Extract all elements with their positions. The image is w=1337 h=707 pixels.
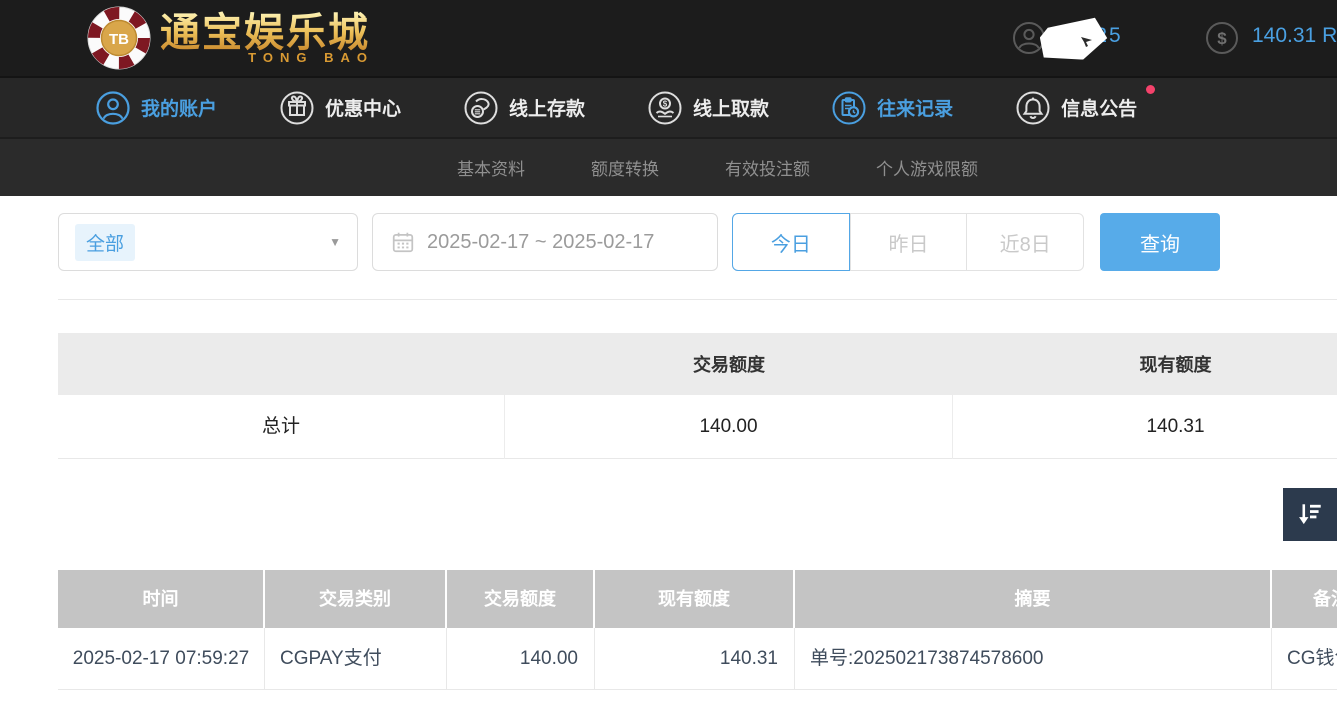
summary-total-row: 总计 140.00 140.31 bbox=[58, 395, 1337, 459]
col-trade-amount: 交易额度 bbox=[447, 570, 595, 628]
table-row: 2025-02-17 07:59:27 CGPAY支付 140.00 140.3… bbox=[58, 628, 1337, 690]
cell-trade-amount: 140.00 bbox=[447, 628, 595, 689]
quick-date-buttons: 今日 昨日 近8日 bbox=[732, 213, 1084, 271]
cursor-mark-icon bbox=[1080, 34, 1094, 48]
gift-icon bbox=[279, 90, 315, 126]
summary-header-current-amount: 现有额度 bbox=[953, 351, 1337, 377]
cell-trade-type: CGPAY支付 bbox=[265, 628, 447, 689]
username-redaction bbox=[1040, 18, 1110, 60]
col-summary: 摘要 bbox=[795, 570, 1272, 628]
balance-amount[interactable]: 140.31 RMB bbox=[1252, 24, 1337, 48]
deposit-icon bbox=[463, 90, 499, 126]
account-icon bbox=[95, 90, 131, 126]
bell-icon bbox=[1015, 90, 1051, 126]
subnav-personal-game-limit[interactable]: 个人游戏限额 bbox=[876, 155, 978, 180]
balance-dollar-icon: $ bbox=[1205, 21, 1239, 60]
last-8-days-button[interactable]: 近8日 bbox=[966, 214, 1083, 270]
cell-summary: 单号:202502173874578600 bbox=[795, 628, 1272, 689]
notification-dot bbox=[1146, 85, 1155, 94]
col-current-amount: 现有额度 bbox=[595, 570, 795, 628]
withdraw-icon: $ bbox=[647, 90, 683, 126]
subnav-basic-info[interactable]: 基本资料 bbox=[457, 155, 525, 180]
summary-total-label: 总计 bbox=[58, 395, 505, 459]
sort-descending-button[interactable] bbox=[1283, 488, 1337, 541]
nav-item-withdraw[interactable]: $ 线上取款 bbox=[647, 90, 769, 126]
date-range-input[interactable]: 2025-02-17 ~ 2025-02-17 bbox=[372, 213, 718, 271]
col-time: 时间 bbox=[58, 570, 265, 628]
chevron-down-icon: ▼ bbox=[329, 235, 341, 249]
sort-descending-icon bbox=[1295, 500, 1325, 530]
summary-table: 交易额度 现有额度 总计 140.00 140.31 bbox=[58, 333, 1337, 459]
cell-current-amount: 140.31 bbox=[595, 628, 795, 689]
svg-text:TB: TB bbox=[109, 31, 129, 48]
col-remarks: 备注 bbox=[1272, 570, 1337, 628]
date-range-text: 2025-02-17 ~ 2025-02-17 bbox=[427, 231, 654, 254]
search-button[interactable]: 查询 bbox=[1100, 213, 1220, 271]
calendar-icon bbox=[391, 230, 415, 254]
category-selected-chip: 全部 bbox=[75, 224, 135, 261]
summary-header-trade-amount: 交易额度 bbox=[505, 351, 953, 377]
brand-title: 通宝娱乐城 bbox=[160, 11, 370, 55]
nav-item-deposit[interactable]: 线上存款 bbox=[463, 90, 585, 126]
filter-bar: 全部 ▼ 2025-02-17 ~ 2025-02-17 今日 昨日 近8日 查… bbox=[0, 213, 1337, 271]
cell-remarks: CG钱包 bbox=[1272, 628, 1337, 689]
nav-item-announcements[interactable]: 信息公告 bbox=[1015, 90, 1137, 126]
records-table: 时间 交易类别 交易额度 现有额度 摘要 备注 2025-02-17 07:59… bbox=[58, 570, 1337, 690]
col-trade-type: 交易类别 bbox=[265, 570, 447, 628]
svg-text:$: $ bbox=[663, 99, 668, 108]
top-header: TB 通宝娱乐城 TONG BAO 7225 $ 140.31 RMB bbox=[0, 0, 1337, 76]
category-select[interactable]: 全部 ▼ bbox=[58, 213, 358, 271]
section-divider bbox=[58, 299, 1337, 300]
brand-logo: TB 通宝娱乐城 TONG BAO bbox=[86, 5, 370, 71]
subnav-valid-bets[interactable]: 有效投注额 bbox=[725, 155, 810, 180]
nav-item-promotions[interactable]: 优惠中心 bbox=[279, 90, 401, 126]
today-button[interactable]: 今日 bbox=[732, 213, 850, 271]
records-icon bbox=[831, 90, 867, 126]
subnav-credit-transfer[interactable]: 额度转换 bbox=[591, 155, 659, 180]
main-nav: 我的账户 优惠中心 线上存款 $ 线上取款 bbox=[0, 76, 1337, 137]
cell-time: 2025-02-17 07:59:27 bbox=[58, 628, 265, 689]
summary-table-header: 交易额度 现有额度 bbox=[58, 333, 1337, 395]
yesterday-button[interactable]: 昨日 bbox=[850, 214, 967, 270]
summary-current-amount-value: 140.31 bbox=[953, 395, 1337, 459]
nav-item-transaction-records[interactable]: 往来记录 bbox=[831, 90, 953, 126]
sub-nav: 基本资料 额度转换 有效投注额 个人游戏限额 bbox=[0, 137, 1337, 196]
casino-chip-icon: TB bbox=[86, 5, 152, 71]
nav-item-my-account[interactable]: 我的账户 bbox=[95, 90, 217, 126]
svg-text:$: $ bbox=[1217, 29, 1227, 48]
brand-subtitle: TONG BAO bbox=[248, 50, 374, 65]
records-table-header: 时间 交易类别 交易额度 现有额度 摘要 备注 bbox=[58, 570, 1337, 628]
summary-trade-amount-value: 140.00 bbox=[505, 395, 953, 459]
